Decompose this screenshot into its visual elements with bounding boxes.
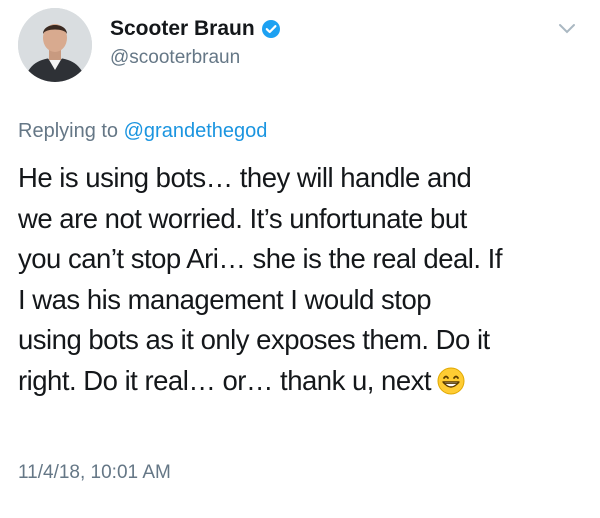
tweet-text: He is using bots… they will handle and w…: [18, 158, 584, 401]
tweet-line: right. Do it real… or… thank u, next: [18, 364, 432, 396]
author-name-row: Scooter Braun: [110, 17, 281, 41]
author-handle[interactable]: @scooterbraun: [110, 47, 240, 69]
tweet-card: Scooter Braun @scooterbraun Replying to …: [0, 0, 600, 518]
tweet-timestamp[interactable]: 11/4/18, 10:01 AM: [18, 462, 171, 484]
tweet-line: using bots as it only exposes them. Do i…: [18, 324, 490, 355]
tweet-line: you can’t stop Ari… she is the real deal…: [18, 243, 502, 274]
verified-badge-icon: [261, 20, 280, 38]
replying-to: Replying to @grandethegod: [18, 120, 267, 143]
tweet-line: we are not worried. It’s unfortunate but: [18, 202, 467, 234]
grinning-face-emoji-icon: [437, 367, 465, 394]
replying-to-mention[interactable]: @grandethegod: [124, 120, 268, 142]
tweet-line: I was his management I would stop: [18, 283, 432, 315]
author-display-name[interactable]: Scooter Braun: [110, 17, 255, 41]
avatar[interactable]: [18, 8, 92, 82]
tweet-line: He is using bots… they will handle and: [18, 162, 472, 193]
chevron-down-icon[interactable]: [556, 20, 578, 36]
tweet-line-last: right. Do it real… or… thank u, next: [18, 361, 584, 402]
replying-to-label: Replying to: [18, 120, 119, 142]
